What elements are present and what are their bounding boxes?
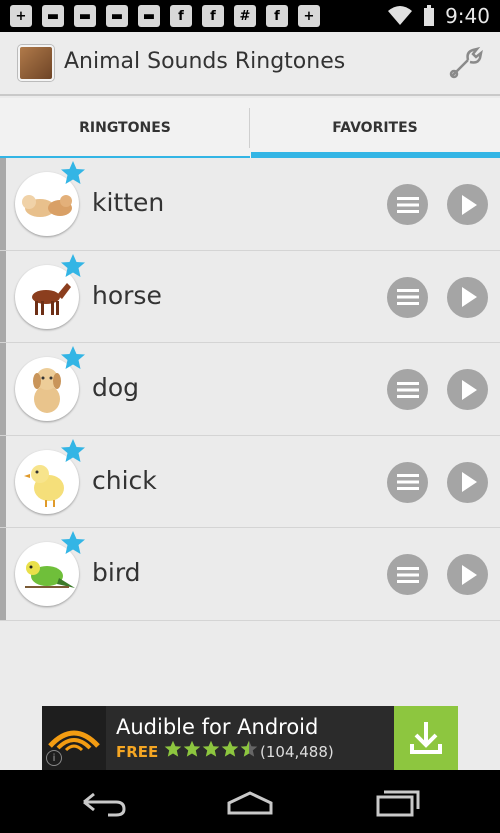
row-marker [0, 435, 6, 527]
options-button[interactable] [387, 369, 428, 410]
wifi-icon [388, 6, 413, 25]
tab-ringtones[interactable]: RINGTONES [0, 98, 250, 158]
back-icon[interactable] [78, 785, 128, 819]
ad-rating [164, 740, 258, 758]
play-icon [461, 564, 477, 585]
star-icon [202, 740, 220, 757]
play-button[interactable] [447, 276, 488, 318]
play-icon [461, 287, 477, 307]
favorite-star-icon[interactable] [60, 160, 86, 186]
favorite-star-icon[interactable] [60, 438, 86, 464]
audible-logo: i [42, 706, 106, 770]
app-icon[interactable] [18, 45, 54, 81]
row-marker [0, 250, 6, 342]
notification-icons: + ▬ ▬ ▬ ▬ f f # f + [10, 5, 320, 27]
list-item[interactable]: dog [0, 343, 500, 436]
play-icon [461, 194, 477, 215]
list-item[interactable]: bird [0, 528, 500, 621]
options-button[interactable] [387, 184, 428, 225]
options-button[interactable] [387, 276, 428, 318]
menu-icon [396, 566, 419, 583]
row-marker [0, 343, 6, 435]
chat-icon: ▬ [138, 5, 160, 27]
wrench-icon[interactable] [446, 46, 486, 82]
battery-icon [424, 5, 435, 26]
ringtone-name: chick [92, 465, 157, 495]
star-icon [183, 740, 201, 757]
tab-label: RINGTONES [79, 120, 171, 136]
row-marker [0, 528, 6, 620]
menu-icon [396, 196, 419, 213]
status-bar: + ▬ ▬ ▬ ▬ f f # f + 9:40 [0, 0, 500, 32]
menu-icon [396, 289, 419, 305]
options-button[interactable] [387, 461, 428, 503]
chat-icon: ▬ [42, 5, 64, 27]
favorite-star-icon[interactable] [60, 345, 86, 371]
chat-icon: ▬ [106, 5, 128, 27]
row-marker [0, 158, 6, 250]
menu-icon [396, 474, 419, 490]
download-icon [410, 722, 442, 754]
facebook-icon: f [202, 5, 224, 27]
facebook-icon: f [170, 5, 192, 27]
play-button[interactable] [447, 554, 488, 595]
ringtone-list: kitten horse dog chick bird [0, 158, 500, 621]
ringtone-name: horse [92, 280, 162, 310]
list-item[interactable]: chick [0, 435, 500, 528]
play-button[interactable] [447, 184, 488, 225]
play-icon [461, 379, 477, 400]
ad-review-count: (104,488) [260, 743, 334, 761]
play-button[interactable] [447, 369, 488, 410]
plus-box-icon: + [10, 5, 32, 27]
recent-apps-icon[interactable] [372, 785, 422, 819]
tab-favorites[interactable]: FAVORITES [250, 98, 500, 158]
star-icon [164, 740, 182, 757]
ringtone-name: dog [92, 373, 140, 402]
favorite-star-icon[interactable] [60, 530, 86, 556]
action-bar: Animal Sounds Ringtones [0, 32, 500, 96]
tab-divider [249, 108, 250, 148]
ad-price: FREE [116, 743, 159, 761]
ad-banner[interactable]: i Audible for Android FREE (104,488) [42, 706, 458, 770]
menu-icon [396, 381, 419, 398]
tab-bar: RINGTONES FAVORITES [0, 98, 500, 158]
clock: 9:40 [445, 4, 490, 28]
star-half-icon [240, 740, 258, 757]
favorite-star-icon[interactable] [60, 253, 86, 279]
app-title: Animal Sounds Ringtones [64, 49, 346, 74]
tab-label: FAVORITES [332, 120, 418, 136]
facebook-icon: f [266, 5, 288, 27]
home-icon[interactable] [225, 785, 275, 819]
calendar-grid-icon: # [234, 5, 256, 27]
ringtone-name: bird [92, 558, 141, 587]
ringtone-name: kitten [92, 188, 165, 217]
navigation-bar [0, 770, 500, 833]
ad-download-button[interactable] [394, 706, 458, 770]
list-item[interactable]: horse [0, 250, 500, 343]
play-icon [461, 472, 477, 492]
add-person-icon: + [298, 5, 320, 27]
options-button[interactable] [387, 554, 428, 595]
chat-icon: ▬ [74, 5, 96, 27]
list-item[interactable]: kitten [0, 158, 500, 251]
play-button[interactable] [447, 461, 488, 503]
ad-title: Audible for Android [116, 715, 319, 739]
star-icon [221, 740, 239, 757]
ad-info-icon[interactable]: i [46, 750, 62, 766]
